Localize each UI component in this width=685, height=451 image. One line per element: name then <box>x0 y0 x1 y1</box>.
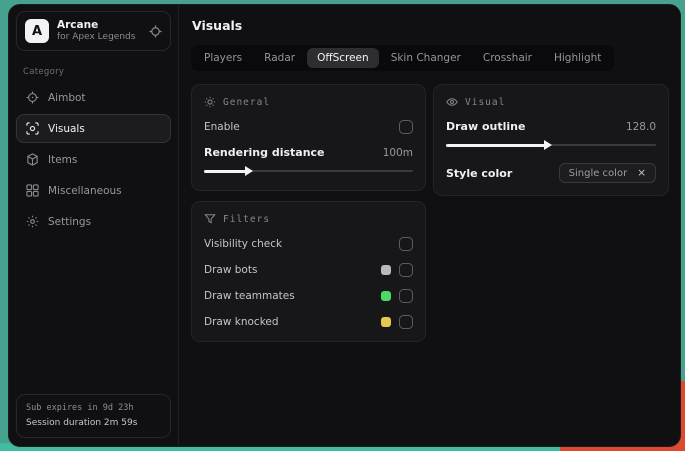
target-icon[interactable] <box>149 25 162 38</box>
tab-crosshair[interactable]: Crosshair <box>473 48 542 68</box>
slider-fill <box>446 140 552 150</box>
sun-icon <box>204 96 216 108</box>
draw-knocked-color-swatch[interactable] <box>381 316 391 327</box>
panel-title: General <box>223 96 271 108</box>
visual-panel: Visual Draw outline 128.0 Style color Si… <box>433 84 669 196</box>
panel-title: Filters <box>223 213 271 225</box>
style-color-label: Style color <box>446 166 513 180</box>
scan-eye-icon <box>26 122 39 136</box>
draw-bots-checkbox[interactable] <box>399 262 413 277</box>
app-window: A Arcane for Apex Legends Category Aimbo… <box>8 4 681 447</box>
sidebar-item-label: Miscellaneous <box>48 184 122 197</box>
draw-knocked-label: Draw knocked <box>204 315 279 328</box>
draw-outline-slider[interactable] <box>446 138 656 152</box>
sidebar-item-visuals[interactable]: Visuals <box>16 114 171 144</box>
sidebar-item-settings[interactable]: Settings <box>16 207 171 236</box>
filters-panel-header: Filters <box>204 213 413 225</box>
sidebar-item-label: Items <box>48 153 78 166</box>
category-label: Category <box>23 67 65 78</box>
package-icon <box>26 153 39 167</box>
tab-radar[interactable]: Radar <box>254 48 305 68</box>
sidebar-item-label: Settings <box>48 215 92 228</box>
sidebar-item-items[interactable]: Items <box>16 145 171 174</box>
clear-icon[interactable]: × <box>637 167 646 179</box>
app-meta: Arcane for Apex Legends <box>57 19 141 43</box>
draw-teammates-label: Draw teammates <box>204 289 295 302</box>
sidebar: A Arcane for Apex Legends Category Aimbo… <box>9 5 179 446</box>
draw-knocked-row: Draw knocked <box>204 314 413 329</box>
sidebar-item-aimbot[interactable]: Aimbot <box>16 83 171 112</box>
visual-panel-header: Visual <box>446 96 656 108</box>
filters-panel: Filters Visibility check Draw bots Draw … <box>191 201 426 342</box>
session-info-card: Sub expires in 9d 23h Session duration 2… <box>16 394 171 438</box>
main-content: Visuals Players Radar OffScreen Skin Cha… <box>179 5 680 446</box>
visibility-check-label: Visibility check <box>204 237 283 250</box>
draw-outline-row: Draw outline 128.0 <box>446 119 656 134</box>
draw-knocked-checkbox[interactable] <box>399 314 413 329</box>
general-panel: General Enable Rendering distance 100m <box>191 84 426 191</box>
eye-icon <box>446 96 458 108</box>
draw-bots-row: Draw bots <box>204 262 413 277</box>
panel-title: Visual <box>465 96 506 108</box>
sidebar-item-label: Aimbot <box>48 91 86 104</box>
app-header-card: A Arcane for Apex Legends <box>16 11 171 52</box>
sidebar-item-label: Visuals <box>48 122 85 135</box>
style-color-select[interactable]: Single color × <box>558 163 656 183</box>
app-name: Arcane <box>57 19 99 31</box>
rendering-distance-label: Rendering distance <box>204 146 325 159</box>
rendering-distance-slider[interactable] <box>204 164 413 178</box>
page-title: Visuals <box>192 18 243 33</box>
draw-outline-label: Draw outline <box>446 120 526 133</box>
app-subtitle: for Apex Legends <box>57 32 136 43</box>
draw-teammates-checkbox[interactable] <box>399 288 413 303</box>
draw-bots-label: Draw bots <box>204 263 258 276</box>
tab-skin-changer[interactable]: Skin Changer <box>381 48 471 68</box>
draw-teammates-row: Draw teammates <box>204 288 413 303</box>
sidebar-nav: Aimbot Visuals Items Miscellaneous Setti… <box>16 83 171 236</box>
enable-label: Enable <box>204 120 240 133</box>
slider-fill <box>204 166 253 176</box>
grid-icon <box>26 184 39 198</box>
sub-expires-text: Sub expires in 9d 23h <box>26 403 134 414</box>
gear-icon <box>26 215 39 228</box>
draw-outline-value: 128.0 <box>625 120 656 133</box>
tab-highlight[interactable]: Highlight <box>544 48 611 68</box>
visibility-check-checkbox[interactable] <box>399 236 413 251</box>
tab-players[interactable]: Players <box>194 48 252 68</box>
general-panel-header: General <box>204 96 413 108</box>
tab-offscreen[interactable]: OffScreen <box>307 48 379 68</box>
enable-checkbox[interactable] <box>399 119 413 134</box>
style-color-selected-value: Single color <box>568 167 628 179</box>
draw-bots-color-swatch[interactable] <box>381 264 391 275</box>
style-color-row: Style color Single color × <box>446 163 656 183</box>
session-duration-text: Session duration 2m 59s <box>26 417 138 428</box>
crosshair-icon <box>26 91 39 104</box>
draw-teammates-color-swatch[interactable] <box>381 290 391 301</box>
sidebar-item-miscellaneous[interactable]: Miscellaneous <box>16 176 171 205</box>
visibility-check-row: Visibility check <box>204 236 413 251</box>
funnel-icon <box>204 213 216 225</box>
rendering-distance-value: 100m <box>382 146 413 159</box>
enable-row: Enable <box>204 119 413 134</box>
app-logo: A <box>25 19 49 44</box>
rendering-distance-row: Rendering distance 100m <box>204 145 413 160</box>
visuals-tabbar: Players Radar OffScreen Skin Changer Cro… <box>191 45 615 71</box>
